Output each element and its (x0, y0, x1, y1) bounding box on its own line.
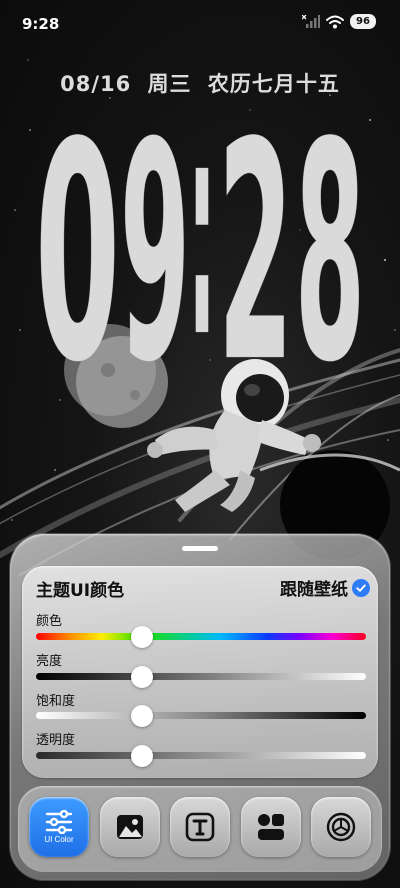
widgets-button[interactable] (241, 797, 301, 857)
sliders-icon (45, 810, 73, 834)
wifi-icon (326, 15, 344, 28)
widgets-icon (258, 814, 284, 840)
brightness-slider[interactable] (36, 665, 366, 688)
follow-wallpaper-label: 跟随壁纸 (280, 580, 348, 600)
slider-thumb[interactable] (130, 704, 153, 727)
battery-indicator: 96 (350, 14, 376, 29)
clock-digit: 9 (120, 92, 190, 392)
status-time: 9:28 (22, 15, 60, 33)
wallpaper-button[interactable] (100, 797, 160, 857)
clock-digit: 2 (218, 92, 293, 392)
hue-slider[interactable] (36, 625, 366, 648)
theme-customization-sheet: 主题UI颜色 跟随壁纸 颜色 亮度 饱和度 透明度 UI Color (10, 534, 390, 880)
cellular-no-signal-icon (302, 14, 320, 28)
hue-slider-label: 颜色 (36, 614, 63, 629)
status-bar: 9:28 96 (0, 0, 400, 48)
brightness-slider-label: 亮度 (36, 654, 63, 669)
settings-button[interactable] (311, 797, 371, 857)
customization-dock: UI Color (18, 786, 382, 872)
checkmark-icon (352, 578, 370, 597)
clock-digit: 8 (295, 92, 365, 392)
saturation-slider[interactable] (36, 704, 366, 727)
dock-item-label: UI Color (44, 835, 74, 844)
follow-wallpaper-toggle[interactable]: 跟随壁纸 (280, 575, 370, 600)
ui-color-card: 主题UI颜色 跟随壁纸 颜色 亮度 饱和度 透明度 (22, 566, 378, 778)
slider-thumb[interactable] (130, 744, 153, 767)
drag-handle[interactable] (182, 546, 218, 551)
opacity-slider[interactable] (36, 744, 366, 767)
text-t-icon (185, 812, 215, 842)
settings-gear-icon (326, 812, 356, 842)
lockscreen-clock: 0 9 : 2 8 (35, 92, 366, 392)
card-title: 主题UI颜色 (36, 581, 125, 601)
slider-thumb[interactable] (130, 625, 153, 648)
opacity-slider-label: 透明度 (36, 733, 76, 748)
slider-thumb[interactable] (130, 665, 153, 688)
status-icons: 96 (302, 14, 376, 29)
clock-digit: 0 (35, 92, 120, 392)
font-button[interactable] (170, 797, 230, 857)
saturation-slider-label: 饱和度 (36, 694, 76, 709)
clock-colon: : (188, 92, 216, 392)
image-icon (117, 815, 143, 839)
ui-color-button[interactable]: UI Color (29, 797, 89, 857)
